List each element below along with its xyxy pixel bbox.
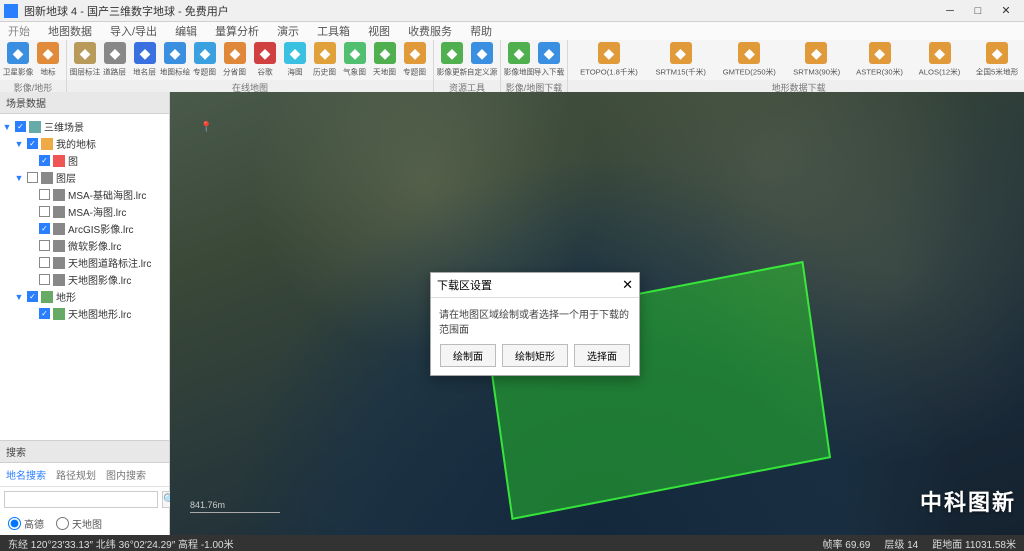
window-title: 图新地球 4 - 国产三维数字地球 - 免费用户 xyxy=(24,3,936,19)
menu-9[interactable]: 帮助 xyxy=(470,23,492,39)
tree-item[interactable]: 天地图影像.lrc xyxy=(2,271,167,288)
ribbon-海图[interactable]: ◆海图 xyxy=(281,42,309,78)
scale-bar: 841.76m xyxy=(190,500,280,513)
ribbon-地名层[interactable]: ◆地名层 xyxy=(131,42,159,78)
search-tab-0[interactable]: 地名搜索 xyxy=(6,467,46,482)
ribbon-影像更新[interactable]: ◆影像更新 xyxy=(438,42,466,78)
watermark: 中科图新 xyxy=(920,485,1016,517)
ribbon-ASTER(30米)[interactable]: ◆ASTER(30米) xyxy=(849,42,910,78)
ribbon-天地图[interactable]: ◆天地图 xyxy=(371,42,399,78)
ribbon-SRTM15(千米)[interactable]: ◆SRTM15(千米) xyxy=(648,42,713,78)
dialog-message: 请在地图区域绘制或者选择一个用于下载的范围面 xyxy=(439,306,631,336)
ribbon-GMTED(250米)[interactable]: ◆GMTED(250米) xyxy=(715,42,784,78)
download-area-dialog: 下载区设置 ✕ 请在地图区域绘制或者选择一个用于下载的范围面 绘制面绘制矩形选择… xyxy=(430,272,640,376)
search-provider-radios: 高德天地图 xyxy=(0,512,169,535)
tree-item[interactable]: ✓ArcGIS影像.lrc xyxy=(2,220,167,237)
status-bar: 东经 120°23′33.13″ 北纬 36°02′24.29″ 高程 -1.0… xyxy=(0,535,1024,551)
ribbon-自定义源[interactable]: ◆自定义源 xyxy=(468,42,496,78)
search-input[interactable] xyxy=(4,491,158,508)
ribbon-ALOS(12米)[interactable]: ◆ALOS(12米) xyxy=(912,42,967,78)
tree-item[interactable]: ▼✓地形 xyxy=(2,288,167,305)
tree-item[interactable]: 天地图道路标注.lrc xyxy=(2,254,167,271)
menu-2[interactable]: 导入/导出 xyxy=(110,23,157,39)
tree-item[interactable]: MSA-海图.lrc xyxy=(2,203,167,220)
menu-8[interactable]: 收费服务 xyxy=(408,23,452,39)
ribbon-地标[interactable]: ◆地标 xyxy=(34,42,62,78)
menu-0[interactable]: 开始 xyxy=(8,23,30,39)
menu-bar: 开始 地图数据 导入/导出 编辑 量算分析 演示 工具箱 视图 收费服务 帮助 xyxy=(0,22,1024,40)
scale-label: 841.76m xyxy=(190,500,225,510)
menu-6[interactable]: 工具箱 xyxy=(317,23,350,39)
titlebar: 图新地球 4 - 国产三维数字地球 - 免费用户 ─ □ ✕ xyxy=(0,0,1024,22)
search-tab-1[interactable]: 路径规划 xyxy=(56,467,96,482)
menu-4[interactable]: 量算分析 xyxy=(215,23,259,39)
status-field: 帧率 69.69 xyxy=(823,536,871,551)
ribbon-卫星影像[interactable]: ◆卫星影像 xyxy=(4,42,32,78)
tree-item[interactable]: ▼图层 xyxy=(2,169,167,186)
dialog-btn-绘制面[interactable]: 绘制面 xyxy=(440,344,496,367)
tree-item[interactable]: ✓图 xyxy=(2,152,167,169)
search-tab-2[interactable]: 图内搜索 xyxy=(106,467,146,482)
ribbon-ETOPO(1.8千米)[interactable]: ◆ETOPO(1.8千米) xyxy=(572,42,646,78)
dialog-btn-选择面[interactable]: 选择面 xyxy=(574,344,630,367)
ribbon-影像地图[interactable]: ◆影像地图 xyxy=(505,42,533,78)
tree-item[interactable]: ✓天地图地形.lrc xyxy=(2,305,167,322)
ribbon-分省图[interactable]: ◆分省图 xyxy=(221,42,249,78)
sidebar: 场景数据 ▼✓三维场景▼✓我的地标✓图▼图层MSA-基础海图.lrcMSA-海图… xyxy=(0,92,170,535)
ribbon: ◆卫星影像◆地标影像/地形◆图层标注◆道路层◆地名层◆地图标绘◆专题图◆分省图◆… xyxy=(0,40,1024,92)
tree-item[interactable]: 微软影像.lrc xyxy=(2,237,167,254)
ribbon-导入下载[interactable]: ◆导入下载 xyxy=(535,42,563,78)
radio-天地图[interactable]: 天地图 xyxy=(56,516,102,531)
tree-item[interactable]: ▼✓我的地标 xyxy=(2,135,167,152)
minimize-button[interactable]: ─ xyxy=(936,2,964,20)
search-tabs: 地名搜索路径规划图内搜索 xyxy=(0,463,169,487)
ribbon-专题图[interactable]: ◆专题图 xyxy=(191,42,219,78)
ribbon-图层标注[interactable]: ◆图层标注 xyxy=(71,42,99,78)
ribbon-历史图[interactable]: ◆历史图 xyxy=(311,42,339,78)
ribbon-谷歌[interactable]: ◆谷歌 xyxy=(251,42,279,78)
scene-tree[interactable]: ▼✓三维场景▼✓我的地标✓图▼图层MSA-基础海图.lrcMSA-海图.lrc✓… xyxy=(0,114,169,440)
menu-5[interactable]: 演示 xyxy=(277,23,299,39)
dialog-btn-绘制矩形[interactable]: 绘制矩形 xyxy=(502,344,568,367)
ribbon-道路层[interactable]: ◆道路层 xyxy=(101,42,129,78)
map-pin-icon[interactable]: 📍 xyxy=(200,122,212,133)
status-field: 距地面 11031.58米 xyxy=(932,536,1016,551)
menu-1[interactable]: 地图数据 xyxy=(48,23,92,39)
ribbon-专题图[interactable]: ◆专题图 xyxy=(401,42,429,78)
ribbon-地图标绘[interactable]: ◆地图标绘 xyxy=(161,42,189,78)
menu-7[interactable]: 视图 xyxy=(368,23,390,39)
radio-高德[interactable]: 高德 xyxy=(8,516,44,531)
dialog-close-button[interactable]: ✕ xyxy=(622,277,633,293)
app-icon xyxy=(4,4,18,18)
menu-3[interactable]: 编辑 xyxy=(175,23,197,39)
search-panel-header: 搜索 xyxy=(0,441,169,463)
dialog-title: 下载区设置 xyxy=(437,277,622,293)
ribbon-SRTM3(90米)[interactable]: ◆SRTM3(90米) xyxy=(786,42,847,78)
status-coords: 东经 120°23′33.13″ 北纬 36°02′24.29″ 高程 -1.0… xyxy=(8,536,234,551)
maximize-button[interactable]: □ xyxy=(964,2,992,20)
ribbon-全国5米地形[interactable]: ◆全国5米地形 xyxy=(969,42,1024,78)
search-panel: 搜索 地名搜索路径规划图内搜索 🔍 高德天地图 xyxy=(0,440,169,535)
ribbon-气象图[interactable]: ◆气象图 xyxy=(341,42,369,78)
close-button[interactable]: ✕ xyxy=(992,2,1020,20)
status-field: 层级 14 xyxy=(884,536,918,551)
tree-item[interactable]: MSA-基础海图.lrc xyxy=(2,186,167,203)
map-viewport[interactable]: 📍 下载区设置 ✕ 请在地图区域绘制或者选择一个用于下载的范围面 绘制面绘制矩形… xyxy=(170,92,1024,535)
tree-item[interactable]: ▼✓三维场景 xyxy=(2,118,167,135)
scene-panel-header: 场景数据 xyxy=(0,92,169,114)
